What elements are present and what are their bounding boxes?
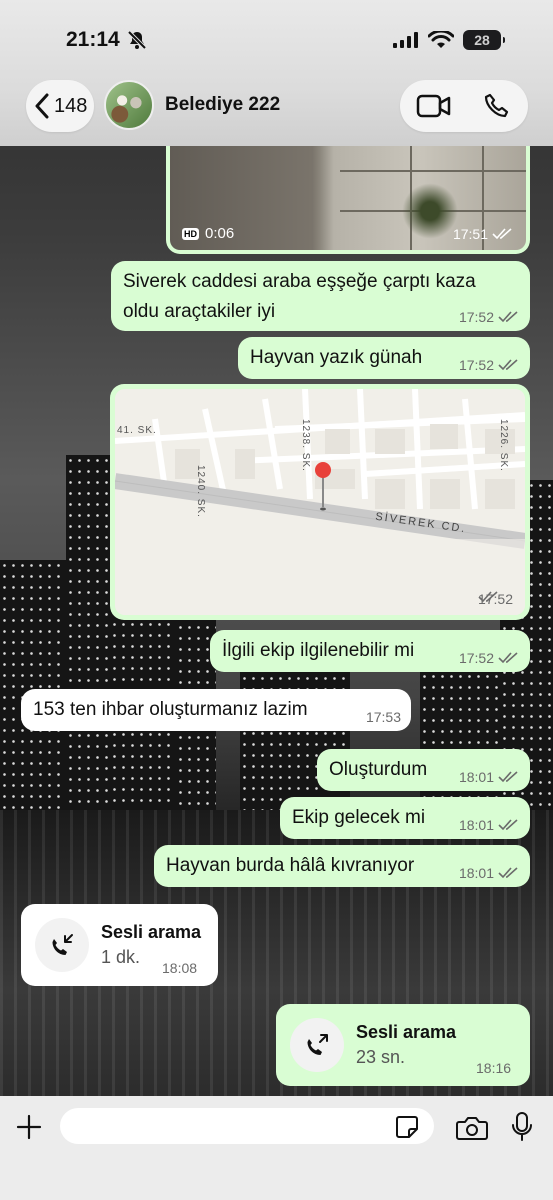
incoming-message[interactable]: 153 ten ihbar oluşturmanız lazim 17:53 [21, 689, 411, 731]
video-duration-text: 0:06 [205, 225, 235, 242]
video-thumbnail-weeds [400, 176, 460, 246]
outgoing-voice-call[interactable]: Sesli arama 23 sn. 18:16 [276, 1004, 530, 1086]
location-message[interactable]: 41. SK. 1240. SK. 1238. SK. 1226. SK. Sİ… [110, 384, 530, 620]
wifi-icon [428, 31, 454, 48]
message-time: 18:01 [458, 865, 494, 881]
message-meta: 17:52 [459, 309, 520, 325]
read-ticks-icon [492, 228, 512, 240]
plus-icon[interactable] [16, 1114, 42, 1140]
hd-badge: HD [182, 227, 199, 240]
battery-indicator: 28 [463, 30, 505, 50]
outgoing-message[interactable]: Siverek caddesi araba eşşeğe çarptı kaza… [111, 261, 530, 331]
call-title: Sesli arama [101, 922, 202, 942]
call-duration: 23 sn. [356, 1047, 406, 1067]
message-time: 17:52 [458, 357, 494, 373]
call-actions [400, 80, 528, 132]
cellular-signal-icon [393, 32, 418, 48]
back-button[interactable]: 148 [26, 80, 94, 132]
read-ticks-icon [498, 359, 518, 371]
voice-call-icon[interactable] [484, 93, 510, 119]
map-label: 41. SK. [117, 425, 157, 436]
video-thumbnail[interactable]: HD 0:06 17:51 [170, 146, 526, 250]
outgoing-message[interactable]: Hayvan yazık günah 17:52 [238, 337, 530, 379]
status-time: 21:14 [66, 28, 120, 51]
incoming-voice-call[interactable]: Sesli arama 1 dk. 18:08 [21, 904, 218, 986]
chevron-left-icon [35, 93, 49, 119]
bell-muted-icon [127, 30, 147, 50]
message-input[interactable] [60, 1108, 434, 1144]
read-ticks-icon [498, 652, 518, 664]
call-icon-wrap [290, 1018, 344, 1072]
outgoing-message[interactable]: Oluşturdum 18:01 [317, 749, 530, 791]
read-ticks-icon [498, 311, 518, 323]
sticker-icon[interactable] [395, 1115, 419, 1139]
chat-header: 21:14 28 148 Belediye 222 [0, 0, 553, 146]
unread-chats-count: 148 [54, 94, 88, 117]
outgoing-message[interactable]: İlgili ekip ilgilenebilir mi 17:52 [210, 630, 530, 672]
outgoing-call-icon [307, 1034, 328, 1055]
wallpaper-building [66, 455, 112, 815]
call-title: Sesli arama [356, 1022, 457, 1042]
message-meta: 18:01 [459, 817, 520, 833]
map-label: 1240. SK. [195, 465, 206, 518]
message-time: 17:51 [452, 226, 488, 242]
wallpaper-building [420, 660, 500, 820]
message-time: 18:16 [476, 1060, 512, 1076]
incoming-call-icon [52, 934, 73, 955]
message-meta: 17:51 [453, 226, 514, 242]
read-ticks-icon [498, 819, 518, 831]
message-time: 18:01 [458, 769, 494, 785]
message-text: Siverek caddesi araba eşşeğe çarptı kaza… [123, 271, 476, 322]
message-meta: 17:53 [366, 709, 401, 725]
read-ticks-icon [498, 867, 518, 879]
contact-name[interactable]: Belediye 222 [165, 94, 280, 116]
video-message[interactable]: HD 0:06 17:51 [166, 146, 530, 254]
map-label: 1238. SK. [300, 419, 311, 472]
video-call-icon[interactable] [416, 93, 452, 119]
map-preview[interactable]: 41. SK. 1240. SK. 1238. SK. 1226. SK. Sİ… [115, 389, 525, 615]
message-time: 17:52 [458, 650, 494, 666]
read-ticks-icon [498, 771, 518, 783]
call-icon-wrap [35, 918, 89, 972]
message-text: 153 ten ihbar oluşturmanız lazim [33, 699, 308, 720]
message-meta: 17:52 [459, 357, 520, 373]
message-meta: 17:52 [478, 591, 513, 607]
map-label: 1226. SK. [498, 419, 509, 472]
message-meta: 18:01 [459, 865, 520, 881]
message-meta: 17:52 [459, 650, 520, 666]
read-ticks-icon [478, 591, 498, 603]
microphone-icon[interactable] [512, 1112, 532, 1142]
message-meta: 18:01 [459, 769, 520, 785]
message-time: 18:01 [458, 817, 494, 833]
message-composer [0, 1096, 553, 1200]
outgoing-message[interactable]: Hayvan burda hâlâ kıvranıyor 18:01 [154, 845, 530, 887]
message-time: 18:08 [162, 960, 198, 976]
contact-avatar[interactable] [104, 80, 154, 130]
video-duration: HD 0:06 [182, 225, 234, 242]
message-time: 17:52 [458, 309, 494, 325]
message-time: 17:53 [365, 709, 401, 725]
call-duration: 1 dk. [101, 947, 141, 967]
outgoing-message[interactable]: Ekip gelecek mi 18:01 [280, 797, 530, 839]
map-streets [115, 389, 525, 615]
camera-icon[interactable] [456, 1115, 488, 1141]
